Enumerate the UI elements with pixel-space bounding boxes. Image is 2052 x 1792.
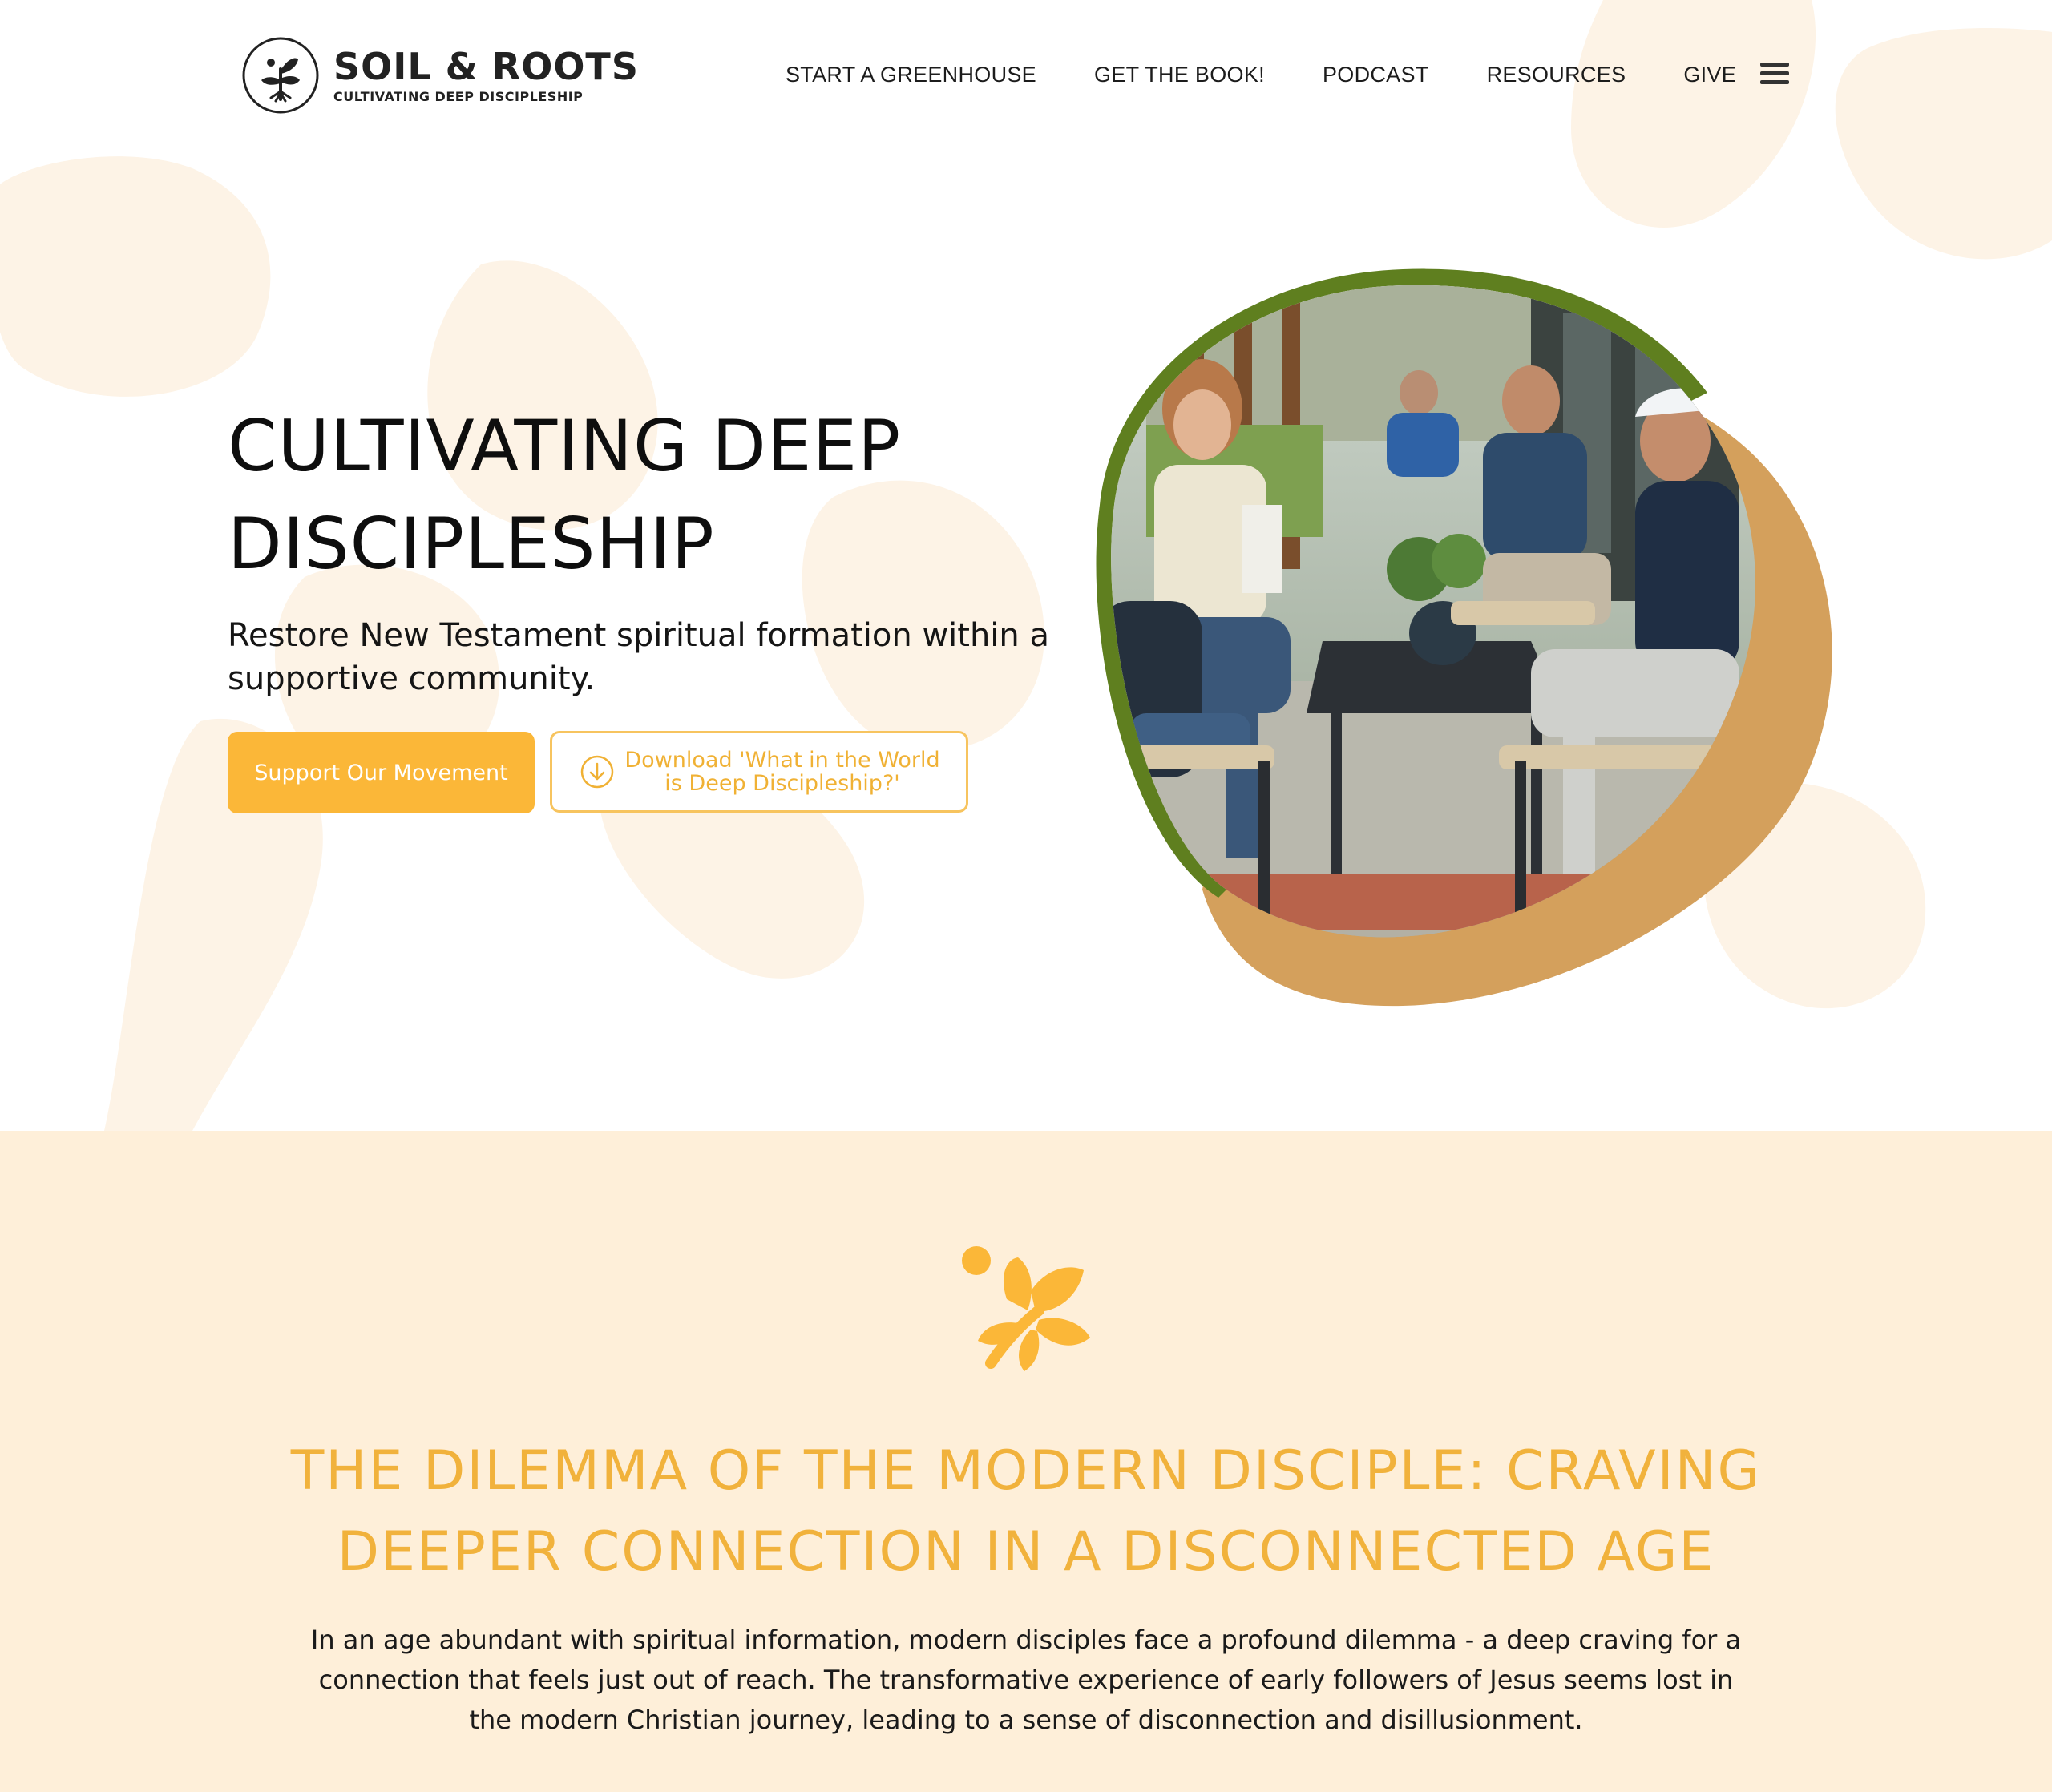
hero-subtitle: Restore New Testament spiritual formatio…	[228, 617, 1049, 697]
menu-bar	[1760, 71, 1789, 75]
site-logo[interactable]: SOIL & ROOTS CULTIVATING DEEP DISCIPLESH…	[240, 34, 639, 117]
dilemma-title: THE DILEMMA OF THE MODERN DISCIPLE: CRAV…	[290, 1439, 1762, 1584]
hamburger-menu-icon[interactable]	[1760, 63, 1789, 87]
brand-name: SOIL & ROOTS	[333, 45, 639, 88]
leaf-sprout-icon	[242, 37, 319, 114]
nav-get-the-book[interactable]: GET THE BOOK!	[1094, 56, 1265, 93]
nav-podcast[interactable]: PODCAST	[1323, 56, 1429, 93]
group-discussion-photo	[1096, 268, 1832, 1007]
support-our-movement-button[interactable]: Support Our Movement	[228, 732, 535, 813]
main-navigation: START A GREENHOUSE GET THE BOOK! PODCAST…	[786, 56, 1794, 93]
dilemma-section: THE DILEMMA OF THE MODERN DISCIPLE: CRAV…	[0, 1131, 2052, 1792]
nav-give[interactable]: GIVE	[1683, 56, 1736, 93]
download-guide-button[interactable]: Download 'What in the World is Deep Disc…	[550, 731, 968, 813]
support-button-label: Support Our Movement	[254, 760, 508, 785]
brand-tagline: CULTIVATING DEEP DISCIPLESHIP	[333, 89, 584, 104]
nav-resources[interactable]: RESOURCES	[1487, 56, 1626, 93]
hero-section: SOIL & ROOTS CULTIVATING DEEP DISCIPLESH…	[0, 0, 2052, 1131]
menu-bar	[1760, 63, 1789, 67]
dilemma-body: In an age abundant with spiritual inform…	[310, 1625, 1742, 1735]
nav-start-a-greenhouse[interactable]: START A GREENHOUSE	[786, 56, 1036, 93]
logo-text: SOIL & ROOTS CULTIVATING DEEP DISCIPLESH…	[333, 46, 639, 105]
hero-title: CULTIVATING DEEP DISCIPLESHIP	[228, 405, 902, 585]
site-header: SOIL & ROOTS CULTIVATING DEEP DISCIPLESH…	[0, 0, 2052, 152]
menu-bar	[1760, 80, 1789, 84]
leaf-sprout-icon	[962, 1246, 1090, 1371]
download-circle-icon	[580, 755, 614, 789]
download-button-label: Download 'What in the World is Deep Disc…	[624, 748, 940, 796]
